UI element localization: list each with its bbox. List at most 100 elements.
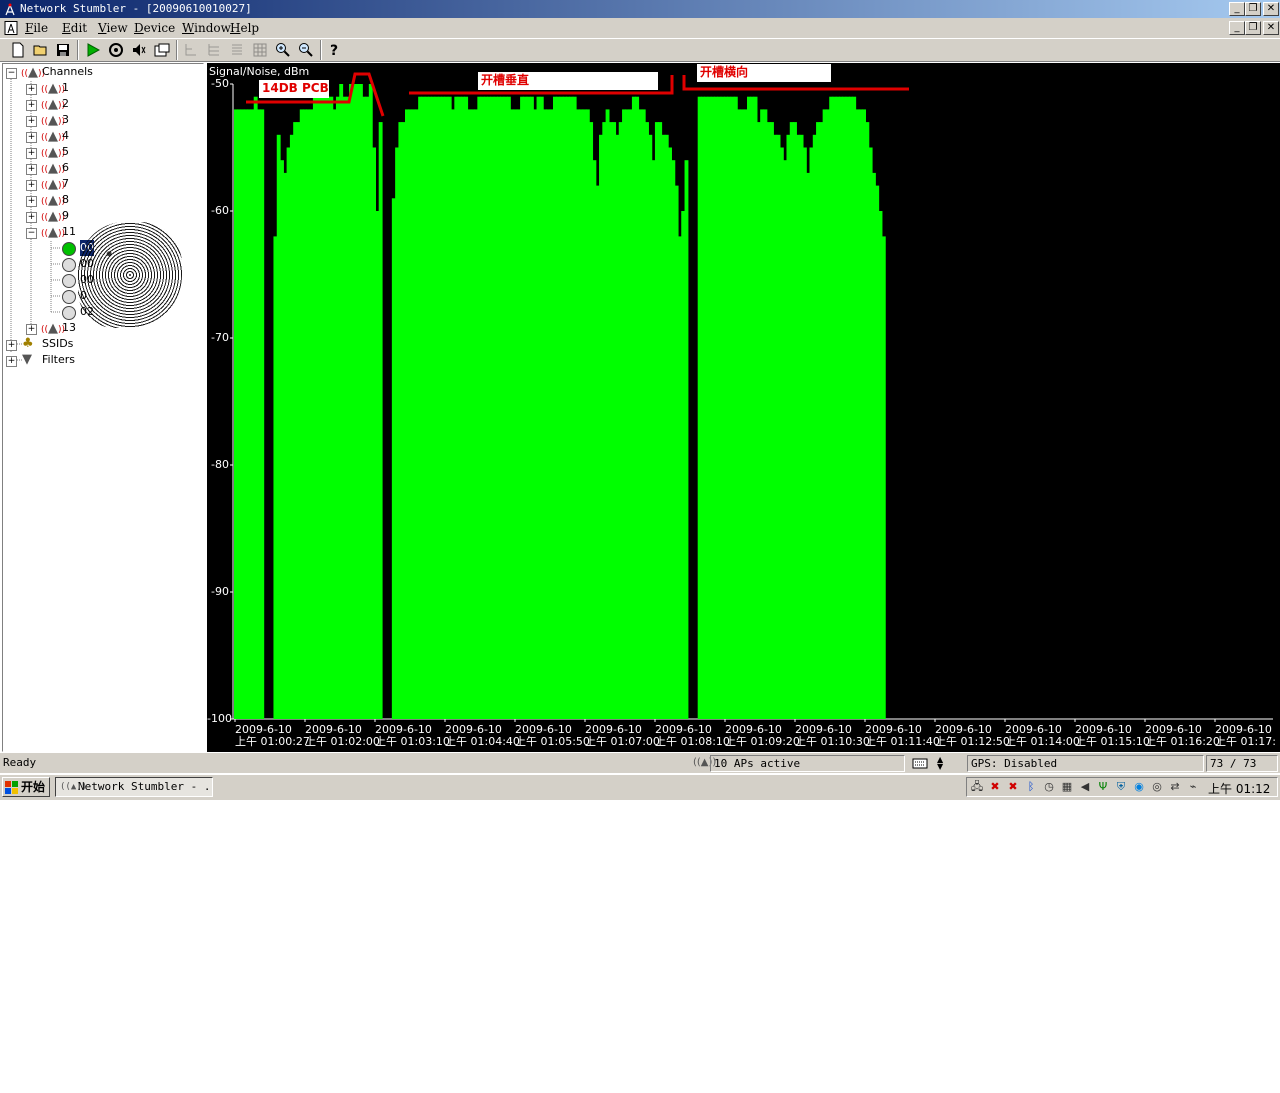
signal-chart (230, 72, 1273, 722)
y-tick-label: -60 (211, 204, 229, 217)
app-icon[interactable] (3, 2, 17, 16)
mdi-minimize-button[interactable]: _ (1229, 21, 1245, 35)
grid-icon[interactable] (250, 40, 270, 60)
annotation-label: 14DB PCB (259, 80, 329, 98)
signal-bar (684, 160, 689, 719)
collapse-toggle[interactable]: − (6, 68, 17, 79)
signal-graph[interactable] (207, 63, 1280, 752)
expand-toggle[interactable]: + (26, 164, 37, 175)
close-button[interactable]: ✕ (1263, 2, 1279, 16)
x-tick-time: 上午 01:04:40 (445, 735, 520, 748)
taskbar-app-button[interactable]: ((▲)) Network Stumbler - ... (55, 777, 213, 797)
network-tray-icon[interactable]: ⌁ (1186, 780, 1200, 794)
x-tick-time: 上午 01:02:00 (305, 735, 380, 748)
keyboard-icon[interactable]: ▦ (1060, 780, 1074, 794)
bluetooth-icon[interactable]: ᛒ (1024, 780, 1038, 794)
expand-toggle[interactable]: + (26, 116, 37, 127)
expand-toggle[interactable]: + (6, 356, 17, 367)
x-tick-label: 2009-6-10 上午 01:00:27 (235, 724, 310, 748)
menu-view[interactable]: View (98, 21, 128, 35)
tree-channel-5[interactable]: 5 (62, 144, 69, 160)
expand-toggle[interactable]: + (26, 148, 37, 159)
svg-text:?: ? (330, 43, 338, 58)
menu-file[interactable]: File (25, 21, 48, 35)
properties-icon[interactable] (152, 40, 172, 60)
x-tick-label: 2009-6-10 上午 01:07:00 (585, 724, 660, 748)
network-disconnected-icon[interactable]: ✖ (1006, 780, 1020, 794)
tree-channel-13[interactable]: 13 (62, 320, 76, 336)
help-icon[interactable]: ? (325, 40, 345, 60)
zoom-in-icon[interactable] (273, 40, 293, 60)
x-tick-label: 2009-6-10 上午 01:05:50 (515, 724, 590, 748)
expand-toggle[interactable]: + (26, 132, 37, 143)
tree-expand-icon[interactable] (204, 40, 224, 60)
toolbar-separator (176, 40, 178, 60)
expand-toggle[interactable]: + (26, 212, 37, 223)
tree-root-channels[interactable]: Channels (42, 64, 93, 80)
auto-config-icon[interactable] (106, 40, 126, 60)
expand-toggle[interactable]: + (26, 180, 37, 191)
expand-toggle[interactable]: + (26, 324, 37, 335)
ap-locked-icon (62, 274, 76, 288)
tree-icon[interactable] (181, 40, 201, 60)
sound-icon[interactable] (129, 40, 149, 60)
document-icon[interactable] (4, 21, 18, 35)
expand-toggle[interactable]: + (6, 340, 17, 351)
x-tick-time: 上午 01:07:00 (585, 735, 660, 748)
menu-window[interactable]: Window (182, 21, 231, 35)
tree-channel-4[interactable]: 4 (62, 128, 69, 144)
x-tick-label: 2009-6-10 上午 01:10:30 (795, 724, 870, 748)
y-tick-label: -70 (211, 331, 229, 344)
ap-active-icon (62, 242, 76, 256)
play-icon[interactable] (83, 40, 103, 60)
window-title: Network Stumbler - [20090610010027] (20, 2, 252, 15)
tree-ssids[interactable]: SSIDs (42, 336, 73, 352)
globe-icon[interactable]: ◉ (1132, 780, 1146, 794)
clock[interactable]: 上午 01:12 (1208, 780, 1270, 797)
expand-toggle[interactable]: + (26, 84, 37, 95)
toolbar-separator (77, 40, 79, 60)
tree-channel-3[interactable]: 3 (62, 112, 69, 128)
antenna-icon[interactable]: Ψ (1096, 780, 1110, 794)
ssid-icon: ♣ (22, 336, 34, 351)
clock-icon[interactable]: ◷ (1042, 780, 1056, 794)
tree-filters[interactable]: Filters (42, 352, 75, 368)
network-icon[interactable]: 🖧 (970, 780, 984, 794)
start-button[interactable]: 开始 (2, 777, 50, 797)
x-tick-label: 2009-6-10 上午 01:17: (1215, 724, 1276, 748)
signal-bar (378, 122, 383, 720)
tree-collapse-icon[interactable] (227, 40, 247, 60)
tree-channel-2[interactable]: 2 (62, 96, 69, 112)
tree-channel-7[interactable]: 7 (62, 176, 69, 192)
minimize-button[interactable]: _ (1229, 2, 1245, 16)
x-tick-time: 上午 01:10:30 (795, 735, 870, 748)
collapse-toggle[interactable]: − (26, 228, 37, 239)
mdi-close-button[interactable]: ✕ (1263, 21, 1279, 35)
connection-icon[interactable]: ⇄ (1168, 780, 1182, 794)
open-icon[interactable] (31, 40, 51, 60)
menu-device[interactable]: Device (134, 21, 175, 35)
mdi-restore-button[interactable]: ❐ (1245, 21, 1261, 35)
volume-icon[interactable]: ◀ (1078, 780, 1092, 794)
new-icon[interactable] (8, 40, 28, 60)
x-tick-time: 上午 01:11:40 (865, 735, 940, 748)
menu-help[interactable]: Help (230, 21, 259, 35)
x-tick-time: 上午 01:15:10 (1075, 735, 1150, 748)
x-tick-time: 上午 01:16:20 (1145, 735, 1220, 748)
shield-icon[interactable]: ⛨ (1114, 780, 1128, 794)
save-icon[interactable] (53, 40, 73, 60)
expand-toggle[interactable]: + (26, 196, 37, 207)
tree-pane[interactable]: − ((▲)) Channels + ((▲)) 1 + ((▲)) 2 + ((▲)) 3 +(… (2, 63, 204, 752)
x-tick-time: 上午 01:17: (1215, 735, 1276, 748)
network-disconnected-icon[interactable]: ✖ (988, 780, 1002, 794)
tree-channel-9[interactable]: 9 (62, 208, 69, 224)
tree-channel-1[interactable]: 1 (62, 80, 69, 96)
tree-channel-6[interactable]: 6 (62, 160, 69, 176)
zoom-out-icon[interactable] (296, 40, 316, 60)
tree-channel-8[interactable]: 8 (62, 192, 69, 208)
menu-edit[interactable]: Edit (62, 21, 87, 35)
restore-button[interactable]: ❐ (1245, 2, 1261, 16)
tree-channel-11[interactable]: 11 (62, 224, 76, 240)
disc-icon[interactable]: ◎ (1150, 780, 1164, 794)
expand-toggle[interactable]: + (26, 100, 37, 111)
